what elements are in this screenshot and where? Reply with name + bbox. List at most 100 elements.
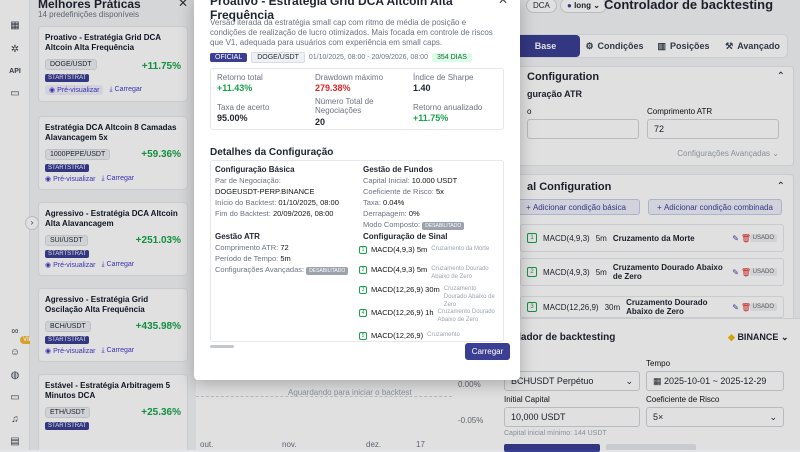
symbol-select[interactable]: BCHUSDT Perpétuo ⌄: [504, 371, 640, 391]
stat-value: 20: [315, 117, 326, 127]
risk-select[interactable]: 5× ⌄: [646, 407, 784, 427]
tab-base[interactable]: Base: [511, 35, 580, 57]
run-button[interactable]: [504, 444, 600, 452]
modal-description: Versão iterada da estratégia small cap c…: [210, 18, 493, 47]
chevron-up-icon[interactable]: ⌃: [777, 71, 785, 82]
strategy-preview-modal: Proativo - Estratégia Grid DCA Altcoin A…: [194, 0, 520, 380]
preview-button[interactable]: ◉ Pré-visualizar: [45, 175, 95, 183]
presets-panel: Melhores Práticas 14 predefinições dispo…: [30, 0, 196, 450]
positions-icon: ▥: [657, 40, 666, 51]
preview-button[interactable]: ◉ Pré-visualizar: [45, 347, 95, 355]
exchange-selector[interactable]: ◆ BINANCE ⌄: [728, 332, 789, 343]
monitor-icon[interactable]: ▭: [8, 390, 22, 404]
preset-badge: STARTSTRAT: [45, 336, 90, 344]
tab-bar: Base ⚙ Condições ▥ Posições ⚒ Avançado: [510, 34, 788, 58]
condition-row[interactable]: 2 MACD(4,9,3) 5m Cruzamento Dourado Abaix…: [520, 258, 784, 286]
stat-label: Número Total de Negociações: [315, 97, 374, 115]
preset-pair: ETH/USDT: [45, 407, 90, 418]
settings-icon[interactable]: ✲: [8, 42, 22, 56]
chip-dca[interactable]: DCA: [526, 0, 557, 13]
stat-value: 1.40: [413, 83, 431, 93]
grid-icon[interactable]: ▦: [8, 18, 22, 32]
bell-icon[interactable]: ♫: [8, 412, 22, 426]
preset-badge: STARTSTRAT: [45, 250, 90, 258]
preset-title: Agressivo - Estratégia DCA Altcoin Alta …: [45, 209, 178, 228]
add-combined-condition-button[interactable]: + Adicionar condição combinada: [648, 199, 782, 215]
backtest-controller: olador de backtesting ◆ BINANCE ⌄ Tempo …: [488, 318, 800, 452]
document-icon[interactable]: ▤: [8, 434, 22, 448]
preset-pair: BCH/USDT: [45, 321, 91, 332]
stat-label: Índice de Sharpe: [413, 73, 474, 82]
preview-button[interactable]: ◉ Pré-visualizar: [45, 261, 95, 269]
preset-title: Estratégia DCA Altcoin 8 Camadas Alavanc…: [45, 123, 177, 142]
app-title: Controlador de backtesting: [604, 0, 774, 12]
preset-card[interactable]: Agressivo - Estratégia Grid Oscilação Al…: [38, 288, 188, 362]
config-title: Configuration: [527, 71, 600, 83]
stat-label: Retorno total: [217, 73, 263, 82]
x-tick: nov.: [282, 440, 297, 449]
preset-return: +59.36%: [141, 149, 181, 160]
chevron-up-icon[interactable]: ⌃: [777, 181, 785, 192]
load-button[interactable]: Carregar: [465, 343, 510, 360]
secondary-button[interactable]: [606, 444, 696, 452]
tab-positions[interactable]: ▥ Posições: [649, 35, 718, 57]
close-icon[interactable]: ✕: [498, 0, 508, 7]
tab-conditions[interactable]: ⚙ Condições: [580, 35, 649, 57]
load-button[interactable]: ⤓ Carregar: [101, 347, 134, 355]
signal-item: 4 MACD(12,26,9) 1h Cruzamento Dourado Abai…: [359, 308, 501, 324]
atr-length-input[interactable]: 72: [647, 119, 779, 139]
date-range-picker[interactable]: ▦ 2025-10-01 ~ 2025-12-29: [646, 371, 784, 391]
preset-badge: STARTSTRAT: [45, 164, 90, 172]
condition-row[interactable]: 3 MACD(12,26,9) 30m Cruzamento Dourado Ab…: [520, 296, 784, 318]
x-tick: out.: [200, 440, 214, 449]
stat-value: +11.75%: [413, 113, 449, 123]
preset-title: Proativo - Estratégia Grid DCA Altcoin A…: [45, 33, 161, 52]
edit-icon[interactable]: ✎: [732, 268, 739, 277]
signal-item: 2 MACD(4,9,3) 5m Cruzamento Dourado Abaixo…: [359, 265, 501, 281]
tab-advanced[interactable]: ⚒ Avançado: [718, 35, 787, 57]
load-button[interactable]: ⤓ Carregar: [109, 86, 142, 94]
stat-value: +11.43%: [217, 83, 253, 93]
preset-return: +435.98%: [135, 321, 181, 332]
chevron-right-icon[interactable]: ›: [25, 216, 39, 230]
globe-icon[interactable]: ◍: [8, 368, 22, 382]
stat-value: 279.38%: [315, 83, 351, 93]
official-tag: OFICIAL: [210, 53, 248, 62]
add-basic-condition-button[interactable]: + Adicionar condição básica: [512, 199, 640, 215]
binance-icon: ◆: [728, 332, 735, 342]
atr-left-input[interactable]: [527, 119, 639, 139]
link-icon[interactable]: ∞: [8, 324, 22, 338]
conditions-icon: ⚙: [585, 40, 594, 51]
preset-pair: DOGE/USDT: [45, 59, 97, 70]
period-text: 01/10/2025, 08:00 - 20/09/2026, 08:00: [308, 54, 428, 61]
details-title: Detalhes da Configuração: [210, 147, 334, 158]
signal-title: al Configuration: [527, 181, 612, 193]
load-button[interactable]: ⤓ Carregar: [101, 261, 134, 269]
preset-return: +251.03%: [135, 235, 181, 246]
capital-input[interactable]: 10,000 USDT: [504, 407, 640, 427]
advanced-settings-toggle[interactable]: Configurações Avançadas ⌄: [677, 149, 779, 158]
drag-handle[interactable]: [210, 345, 234, 348]
stat-label: Drawdown máximo: [315, 73, 384, 82]
preset-card[interactable]: Proativo - Estratégia Grid DCA Altcoin A…: [38, 26, 188, 102]
edit-icon[interactable]: ✎: [732, 234, 739, 243]
preset-card[interactable]: Agressivo - Estratégia DCA Altcoin Alta …: [38, 202, 188, 276]
x-tick: 17: [416, 440, 425, 449]
user-icon[interactable]: ☺: [8, 345, 22, 359]
stat-value: 95.00%: [217, 113, 248, 123]
preset-card[interactable]: Estratégia DCA Altcoin 8 Camadas Alavanc…: [38, 116, 188, 190]
load-button[interactable]: ⤓ Carregar: [101, 175, 134, 183]
preset-return: +25.36%: [141, 407, 181, 418]
chat-icon[interactable]: ▭: [8, 86, 22, 100]
preset-pair: SUI/USDT: [45, 235, 88, 246]
edit-icon[interactable]: ✎: [732, 303, 739, 312]
atr-title: guração ATR: [527, 89, 583, 99]
preset-card[interactable]: Estável - Estratégia Arbitragem 5 Minuto…: [38, 374, 188, 450]
preview-button[interactable]: ◉ Pré-visualizar: [45, 85, 104, 95]
condition-row[interactable]: 1 MACD(4,9,3) 5m Cruzamento da Morte ✎ 🗑 …: [520, 224, 784, 252]
atr-config-panel: Configuration ⌃ guração ATR o Compriment…: [500, 66, 794, 166]
advanced-icon: ⚒: [725, 40, 734, 51]
api-icon[interactable]: API: [8, 64, 22, 78]
chip-long[interactable]: ● long ⌄: [560, 0, 607, 13]
close-icon[interactable]: ✕: [178, 0, 188, 10]
